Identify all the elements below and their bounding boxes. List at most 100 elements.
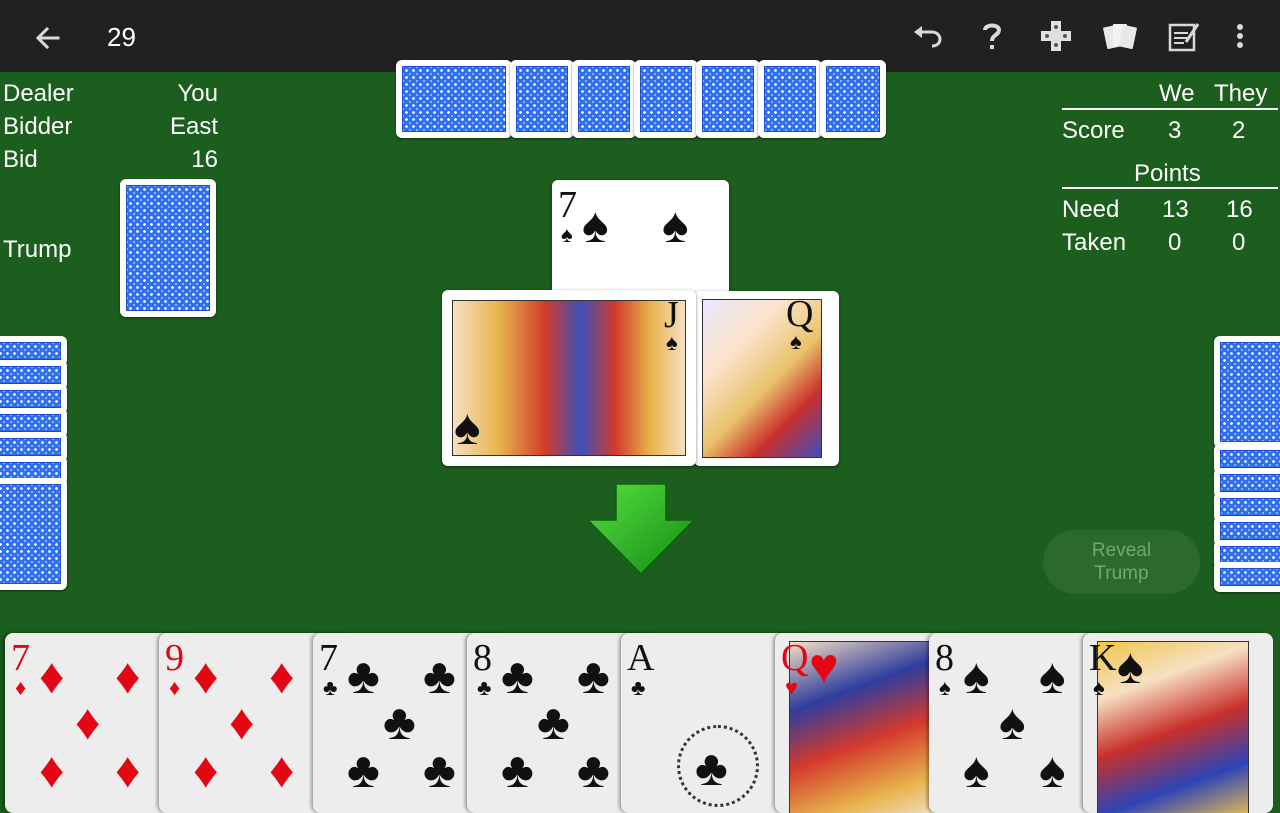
suit-icon: ♣ xyxy=(383,694,416,750)
toolbar-title: 29 xyxy=(107,22,136,52)
east-card-back xyxy=(1214,562,1280,592)
west-card-back xyxy=(0,478,67,590)
trump-card-facedown[interactable] xyxy=(120,179,216,317)
bid-value: 16 xyxy=(191,146,218,173)
north-card-back xyxy=(758,60,822,138)
bidder-label: Bidder xyxy=(3,113,73,140)
undo-icon[interactable] xyxy=(910,18,946,54)
dealer-value: You xyxy=(177,80,219,107)
suit-icon: ♦ xyxy=(169,675,181,700)
spade-icon: ♠ xyxy=(790,329,802,354)
spade-icon: ♠ xyxy=(454,399,481,455)
north-card-back xyxy=(696,60,760,138)
hand-card[interactable]: K ♠ ♠ xyxy=(1083,633,1273,813)
score-they-value: 2 xyxy=(1232,117,1246,144)
played-card-east: Q ♠ xyxy=(694,291,839,466)
suit-icon: ♦ xyxy=(269,648,295,704)
suit-icon: ♦ xyxy=(229,694,255,750)
suit-icon: ♦ xyxy=(193,742,219,798)
suit-icon: ♠ xyxy=(1093,675,1105,700)
bid-label: Bid xyxy=(3,146,38,173)
points-title: Points xyxy=(1134,160,1201,187)
spade-icon: ♠ xyxy=(666,330,678,355)
card-rank: K xyxy=(1089,637,1117,679)
score-col-they: They xyxy=(1214,80,1268,107)
jack-portrait xyxy=(452,300,686,456)
wreath-ornament xyxy=(677,725,759,807)
suit-icon: ♦ xyxy=(193,648,219,704)
need-we-value: 13 xyxy=(1162,196,1189,223)
suit-icon: ♥ xyxy=(785,675,799,700)
spade-icon: ♠ xyxy=(662,197,689,253)
suit-icon: ♠ xyxy=(1117,638,1144,694)
suit-icon: ♠ xyxy=(999,694,1026,750)
scorepad-icon[interactable] xyxy=(1166,18,1202,54)
suit-icon: ♣ xyxy=(423,648,456,704)
suit-icon: ♦ xyxy=(115,648,141,704)
back-arrow-icon[interactable] xyxy=(30,20,66,56)
help-icon[interactable] xyxy=(974,18,1010,54)
card-rank: 9 xyxy=(165,637,184,679)
suit-icon: ♦ xyxy=(39,742,65,798)
dpad-icon[interactable] xyxy=(1038,18,1074,54)
suit-icon: ♣ xyxy=(347,742,380,798)
need-they-value: 16 xyxy=(1226,196,1253,223)
taken-label: Taken xyxy=(1062,229,1127,256)
card-rank: 8 xyxy=(935,637,954,679)
card-rank: 7 xyxy=(319,637,338,679)
suit-icon: ♦ xyxy=(75,694,101,750)
score-col-we: We xyxy=(1159,80,1195,107)
suit-icon: ♣ xyxy=(537,694,570,750)
taken-we-value: 0 xyxy=(1168,229,1182,256)
suit-icon: ♦ xyxy=(115,742,141,798)
card-rank: A xyxy=(627,637,655,679)
suit-icon: ♠ xyxy=(1039,742,1066,798)
divider xyxy=(1062,187,1278,189)
suit-icon: ♣ xyxy=(577,742,610,798)
suit-icon: ♠ xyxy=(1039,648,1066,704)
north-card-back xyxy=(572,60,636,138)
score-we-value: 3 xyxy=(1168,117,1182,144)
spade-icon: ♠ xyxy=(582,197,609,253)
card-rank: Q xyxy=(781,637,809,679)
score-label: Score xyxy=(1062,117,1125,144)
suit-icon: ♣ xyxy=(577,648,610,704)
suit-icon: ♥ xyxy=(809,638,839,694)
reveal-trump-button[interactable]: Reveal Trump xyxy=(1043,530,1200,594)
suit-icon: ♠ xyxy=(963,648,990,704)
north-card-back xyxy=(820,60,886,138)
suit-icon: ♠ xyxy=(963,742,990,798)
need-label: Need xyxy=(1062,196,1120,223)
north-card-back xyxy=(510,60,574,138)
divider xyxy=(1062,108,1278,110)
turn-arrow-down-icon xyxy=(586,484,696,576)
suit-icon: ♦ xyxy=(269,742,295,798)
east-card-back xyxy=(1214,336,1280,448)
suit-icon: ♦ xyxy=(15,675,27,700)
spade-icon: ♠ xyxy=(561,222,573,247)
suit-icon: ♠ xyxy=(939,675,951,700)
reveal-trump-line1: Reveal xyxy=(1091,540,1152,561)
card-rank: Q xyxy=(786,293,814,335)
more-vert-icon[interactable] xyxy=(1222,18,1258,54)
reveal-trump-line2: Trump xyxy=(1094,563,1149,584)
suit-icon: ♣ xyxy=(501,648,534,704)
played-card-west: J ♠ ♠ xyxy=(442,290,696,466)
cards-icon[interactable] xyxy=(1102,18,1138,54)
suit-icon: ♣ xyxy=(501,742,534,798)
suit-icon: ♣ xyxy=(423,742,456,798)
card-rank: 7 xyxy=(558,184,577,226)
trump-label: Trump xyxy=(3,236,72,263)
suit-icon: ♣ xyxy=(347,648,380,704)
card-rank: 7 xyxy=(11,637,30,679)
card-rank: J xyxy=(664,294,679,336)
suit-icon: ♣ xyxy=(631,675,646,700)
dealer-label: Dealer xyxy=(3,80,74,107)
suit-icon: ♦ xyxy=(39,648,65,704)
suit-icon: ♣ xyxy=(323,675,338,700)
bidder-value: East xyxy=(169,113,218,140)
north-card-back xyxy=(396,60,512,138)
north-card-back xyxy=(634,60,698,138)
card-rank: 8 xyxy=(473,637,492,679)
suit-icon: ♣ xyxy=(477,675,492,700)
